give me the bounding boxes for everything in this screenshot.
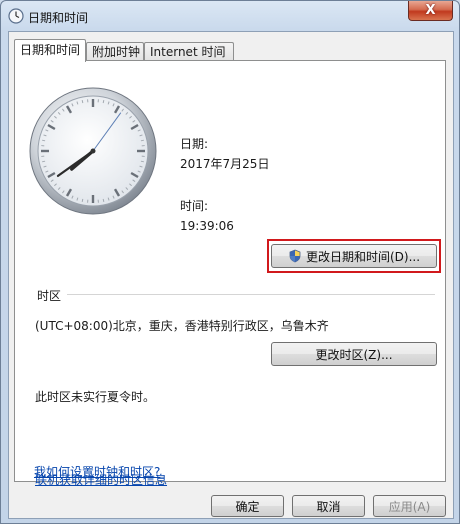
change-timezone-button[interactable]: 更改时区(Z)... xyxy=(271,342,437,366)
change-date-time-label: 更改日期和时间(D)... xyxy=(305,249,421,264)
how-to-set-clock-link[interactable]: 我如何设置时钟和时区? xyxy=(34,463,160,480)
clock-minute-tick xyxy=(102,100,105,104)
cancel-button[interactable]: 取消 xyxy=(292,495,365,517)
close-button[interactable]: X xyxy=(408,1,453,21)
clock-minute-tick xyxy=(42,160,46,163)
timezone-value: (UTC+08:00)北京，重庆，香港特别行政区，乌鲁木齐 xyxy=(35,319,329,333)
clock-minute-tick xyxy=(42,139,46,142)
tab-panel-date-time: 日期: 2017年7月25日 时间: 19:39:06 更改日期和时间(D)..… xyxy=(14,60,446,487)
clock-minute-tick xyxy=(140,160,144,163)
window-title: 日期和时间 xyxy=(28,11,89,25)
clock-minute-tick xyxy=(140,139,144,142)
close-icon: X xyxy=(425,3,436,18)
clock-minute-tick xyxy=(102,198,105,202)
tab-additional-clocks[interactable]: 附加时钟 xyxy=(86,42,144,60)
ok-button[interactable]: 确定 xyxy=(211,495,284,517)
title-bar[interactable]: 日期和时间 X xyxy=(1,1,459,31)
date-label: 日期: xyxy=(180,137,209,151)
clock-app-icon xyxy=(8,8,24,24)
timezone-group-divider xyxy=(67,294,435,295)
apply-button[interactable]: 应用(A) xyxy=(373,495,446,517)
tab-internet-time[interactable]: Internet 时间 xyxy=(144,42,234,60)
analog-clock xyxy=(29,87,157,215)
tab-date-time[interactable]: 日期和时间 xyxy=(14,39,86,62)
date-value: 2017年7月25日 xyxy=(180,157,270,171)
dst-note: 此时区未实行夏令时。 xyxy=(35,390,156,404)
time-value: 19:39:06 xyxy=(180,219,234,233)
clock-minute-tick xyxy=(81,100,84,104)
dialog-body: 日期和时间 附加时钟 Internet 时间 日期: 2017年7月25日 时间… xyxy=(8,31,454,519)
clock-minute-tick xyxy=(81,198,84,202)
uac-shield-icon xyxy=(289,249,301,263)
timezone-group-label: 时区 xyxy=(37,289,62,303)
change-date-time-button[interactable]: 更改日期和时间(D)... xyxy=(271,244,437,268)
date-time-dialog: 日期和时间 X 日期和时间 附加时钟 Internet 时间 日期: 2017年… xyxy=(0,0,460,524)
time-label: 时间: xyxy=(180,199,209,213)
clock-center-cap xyxy=(90,148,96,154)
